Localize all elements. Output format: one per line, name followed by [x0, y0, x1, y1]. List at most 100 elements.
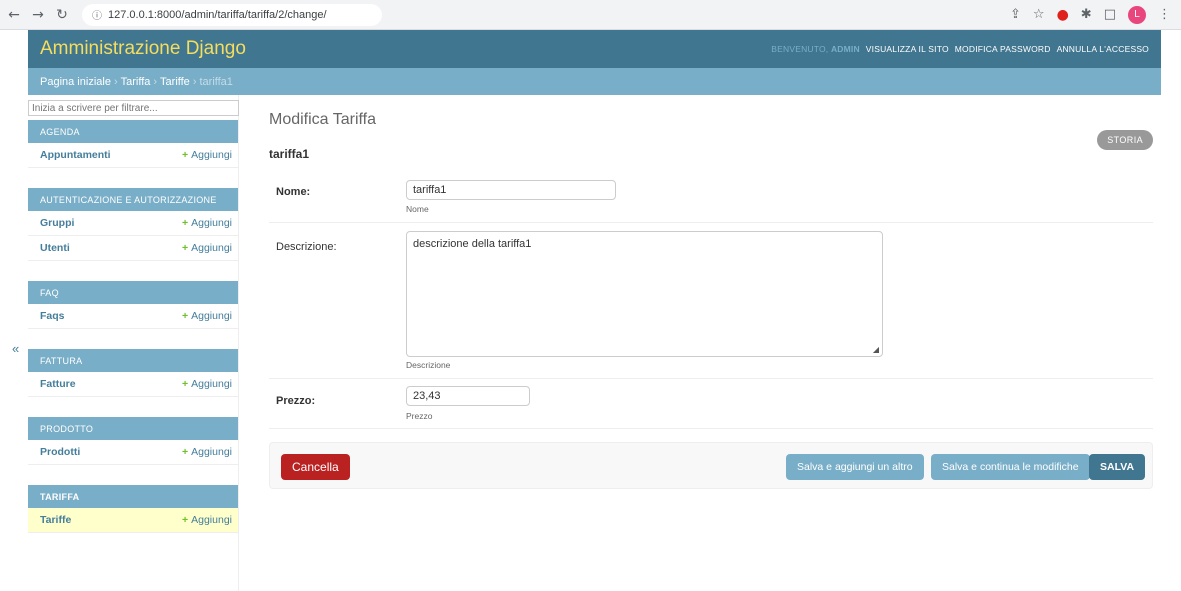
add-link[interactable]: + Aggiungi — [182, 514, 232, 526]
breadcrumb-separator: › — [113, 75, 118, 88]
url-text: 127.0.0.1:8000/admin/tariffa/tariffa/2/c… — [108, 8, 327, 21]
site-brand[interactable]: Amministrazione Django — [40, 38, 246, 60]
add-icon: + — [181, 217, 189, 229]
sidebar-item-fatture: Fatture + Aggiungi — [28, 372, 238, 397]
field-row-prezzo: Prezzo: 23,43 Prezzo — [269, 379, 1153, 429]
add-label: Aggiungi — [191, 310, 232, 322]
add-link[interactable]: + Aggiungi — [182, 310, 232, 322]
breadcrumb-app[interactable]: Tariffa — [121, 76, 151, 88]
view-site-link[interactable]: VISUALIZZA IL SITO — [866, 44, 949, 54]
profile-avatar[interactable]: L — [1128, 5, 1146, 24]
add-label: Aggiungi — [191, 514, 232, 526]
nome-input[interactable]: tariffa1 — [406, 180, 616, 200]
add-label: Aggiungi — [191, 378, 232, 390]
module-faq: FAQ Faqs + Aggiungi — [28, 281, 238, 329]
toggle-sidebar-button[interactable]: « — [12, 341, 19, 356]
add-icon: + — [181, 310, 189, 322]
sidebar-item-utenti: Utenti + Aggiungi — [28, 236, 238, 261]
history-button[interactable]: STORIA — [1097, 130, 1153, 150]
page-title: Modifica Tariffa — [269, 111, 377, 128]
sidebar-item-gruppi: Gruppi + Aggiungi — [28, 211, 238, 236]
model-link[interactable]: Utenti — [40, 242, 70, 254]
sidebar-item-appuntamenti: Appuntamenti + Aggiungi — [28, 143, 238, 168]
add-link[interactable]: + Aggiungi — [182, 217, 232, 229]
opera-extension-icon[interactable]: ● — [1057, 7, 1069, 23]
add-icon: + — [181, 514, 189, 526]
sidebar-item-prodotti: Prodotti + Aggiungi — [28, 440, 238, 465]
add-icon: + — [181, 149, 189, 161]
sidebar-item-faqs: Faqs + Aggiungi — [28, 304, 238, 329]
username: ADMIN — [830, 44, 860, 54]
save-button[interactable]: SALVA — [1089, 454, 1146, 480]
extensions-puzzle-icon[interactable]: ✱ — [1081, 7, 1092, 22]
user-tools: BENVENUTO, ADMIN VISUALIZZA IL SITO MODI… — [771, 44, 1149, 54]
save-and-continue-button[interactable]: Salva e continua le modifiche — [931, 454, 1090, 480]
browser-toolbar: ← → ↻ ⓘ 127.0.0.1:8000/admin/tariffa/tar… — [0, 0, 1181, 30]
address-bar[interactable]: ⓘ 127.0.0.1:8000/admin/tariffa/tariffa/2… — [82, 3, 382, 26]
add-icon: + — [181, 446, 189, 458]
add-label: Aggiungi — [191, 217, 232, 229]
share-icon[interactable]: ⇪ — [1010, 7, 1021, 22]
model-link[interactable]: Gruppi — [40, 217, 74, 229]
submit-row: Cancella Salva e aggiungi un altro Salva… — [269, 442, 1153, 489]
module-header[interactable]: FATTURA — [28, 349, 238, 372]
module-auth: AUTENTICAZIONE E AUTORIZZAZIONE Gruppi +… — [28, 188, 238, 261]
add-link[interactable]: + Aggiungi — [182, 378, 232, 390]
add-link[interactable]: + Aggiungi — [182, 242, 232, 254]
descrizione-label: Descrizione: — [276, 241, 337, 253]
add-label: Aggiungi — [191, 242, 232, 254]
prezzo-help: Prezzo — [406, 411, 433, 421]
add-link[interactable]: + Aggiungi — [182, 149, 232, 161]
site-header: Amministrazione Django BENVENUTO, ADMIN … — [28, 30, 1161, 68]
descrizione-help: Descrizione — [406, 360, 451, 370]
descrizione-value: descrizione della tariffa1 — [413, 238, 532, 250]
model-link[interactable]: Tariffe — [40, 514, 71, 526]
bookmark-star-icon[interactable]: ☆ — [1033, 7, 1045, 22]
prezzo-input[interactable]: 23,43 — [406, 386, 530, 406]
add-link[interactable]: + Aggiungi — [182, 446, 232, 458]
site-info-icon[interactable]: ⓘ — [92, 7, 102, 22]
module-prodotto: PRODOTTO Prodotti + Aggiungi — [28, 417, 238, 465]
module-tariffa: TARIFFA Tariffe + Aggiungi — [28, 485, 238, 533]
breadcrumb-current: tariffa1 — [199, 75, 233, 88]
sidepanel-icon[interactable]: □ — [1104, 7, 1116, 22]
forward-icon[interactable]: → — [28, 7, 48, 23]
descrizione-textarea[interactable]: descrizione della tariffa1 ◢ — [406, 231, 883, 357]
back-icon[interactable]: ← — [4, 7, 24, 23]
module-header[interactable]: TARIFFA — [28, 485, 238, 508]
model-link[interactable]: Faqs — [40, 310, 65, 322]
nav-filter-input[interactable]: Inizia a scrivere per filtrare... — [28, 100, 239, 116]
model-link[interactable]: Prodotti — [40, 446, 80, 458]
model-link[interactable]: Fatture — [40, 378, 76, 390]
browser-menu-icon[interactable]: ⋮ — [1158, 7, 1171, 22]
add-icon: + — [181, 378, 189, 390]
logout-link[interactable]: ANNULLA L'ACCESSO — [1057, 44, 1149, 54]
module-header[interactable]: AUTENTICAZIONE E AUTORIZZAZIONE — [28, 188, 238, 211]
module-agenda: AGENDA Appuntamenti + Aggiungi — [28, 120, 238, 168]
save-and-add-another-button[interactable]: Salva e aggiungi un altro — [786, 454, 924, 480]
add-icon: + — [181, 242, 189, 254]
main-content: Modifica Tariffa STORIA tariffa1 Nome: t… — [269, 95, 1153, 489]
delete-button[interactable]: Cancella — [281, 454, 350, 480]
breadcrumb-separator: › — [153, 75, 158, 88]
nav-sidebar: Inizia a scrivere per filtrare... AGENDA… — [28, 95, 239, 591]
change-password-link[interactable]: MODIFICA PASSWORD — [955, 44, 1051, 54]
breadcrumb-home[interactable]: Pagina iniziale — [40, 76, 111, 88]
nome-label: Nome: — [276, 186, 311, 198]
resize-handle-icon[interactable]: ◢ — [873, 345, 879, 354]
prezzo-label: Prezzo: — [276, 395, 316, 407]
breadcrumb-model[interactable]: Tariffe — [160, 76, 190, 88]
welcome-text: BENVENUTO, — [771, 44, 829, 54]
add-label: Aggiungi — [191, 446, 232, 458]
nome-help: Nome — [406, 204, 429, 214]
reload-icon[interactable]: ↻ — [52, 7, 72, 23]
module-header[interactable]: FAQ — [28, 281, 238, 304]
object-title: tariffa1 — [269, 147, 310, 161]
sidebar-item-tariffe: Tariffe + Aggiungi — [28, 508, 238, 533]
model-link[interactable]: Appuntamenti — [40, 149, 111, 161]
module-header[interactable]: AGENDA — [28, 120, 238, 143]
module-header[interactable]: PRODOTTO — [28, 417, 238, 440]
field-row-nome: Nome: tariffa1 Nome — [269, 174, 1153, 223]
add-label: Aggiungi — [191, 149, 232, 161]
module-fattura: FATTURA Fatture + Aggiungi — [28, 349, 238, 397]
